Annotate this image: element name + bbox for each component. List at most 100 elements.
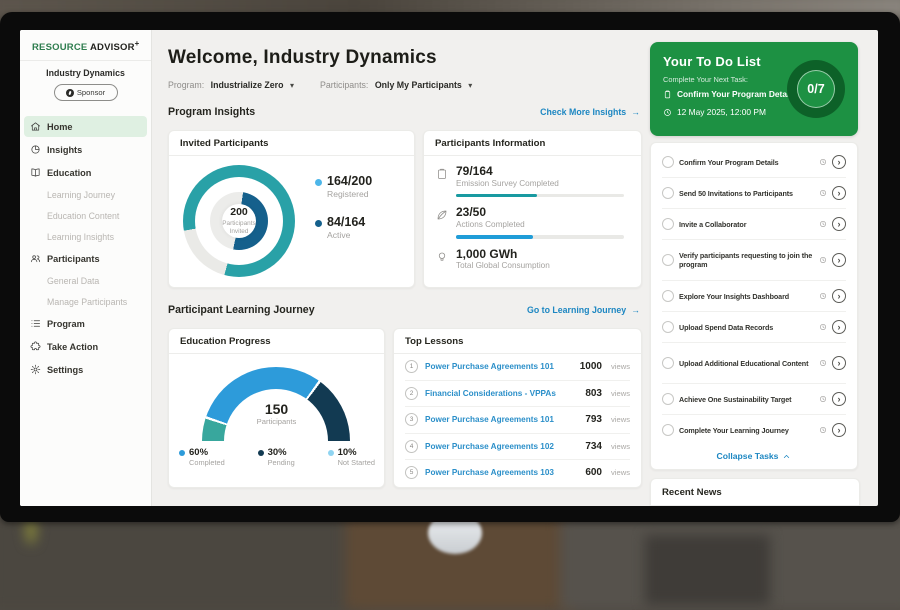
clock-icon bbox=[663, 108, 672, 117]
go-to-learning-journey-link[interactable]: Go to Learning Journey → bbox=[527, 305, 640, 315]
program-dropdown[interactable]: Program: Industrialize Zero ▾ bbox=[168, 80, 294, 90]
invited-legend: 164/200 Registered 84/164 Active bbox=[315, 175, 372, 257]
legend-registered: 164/200 Registered bbox=[315, 175, 372, 199]
chevron-right-button[interactable]: › bbox=[832, 356, 846, 370]
check-more-insights-link[interactable]: Check More Insights → bbox=[540, 107, 640, 117]
not-started-dot-icon bbox=[328, 450, 334, 456]
sponsor-badge-icon bbox=[66, 89, 74, 97]
chevron-right-button[interactable]: › bbox=[832, 155, 846, 169]
todo-item[interactable]: Explore Your Insights Dashboard › bbox=[662, 281, 846, 312]
checkbox[interactable] bbox=[662, 393, 674, 405]
recent-news-card: Recent News bbox=[650, 478, 860, 506]
participants-dropdown[interactable]: Participants: Only My Participants ▾ bbox=[320, 80, 472, 90]
sidebar-item-learning-insights[interactable]: Learning Insights bbox=[24, 227, 147, 246]
participants-label: Participants: bbox=[320, 80, 368, 90]
gauge-legend: 60% Completed 30% Pending 10% Not Starte… bbox=[179, 447, 375, 467]
lesson-row: 2 Financial Considerations - VPPAs 803 v… bbox=[405, 381, 630, 408]
rank-badge: 4 bbox=[405, 440, 418, 453]
invited-donut-inner: 200 Participants Invited bbox=[210, 192, 268, 250]
sponsor-badge: Sponsor bbox=[54, 84, 118, 101]
todo-item[interactable]: Complete Your Learning Journey › bbox=[662, 415, 846, 445]
pending-dot-icon bbox=[258, 450, 264, 456]
leaf-icon bbox=[436, 209, 448, 221]
todo-progress-value: 0/7 bbox=[797, 70, 835, 108]
lesson-link[interactable]: Power Purchase Agreements 101 bbox=[425, 415, 578, 424]
stat-global-consumption: 1,000 GWh Total Global Consumption bbox=[436, 248, 629, 271]
todo-progress-ring: 0/7 bbox=[787, 60, 845, 118]
logo-resource: RESOURCE bbox=[32, 42, 87, 53]
sidebar-item-settings[interactable]: Settings bbox=[24, 359, 147, 380]
program-insights-header: Program Insights Check More Insights → bbox=[168, 106, 640, 118]
checkbox[interactable] bbox=[662, 187, 674, 199]
sidebar-item-manage-participants[interactable]: Manage Participants bbox=[24, 292, 147, 311]
checkbox[interactable] bbox=[662, 254, 674, 266]
stat-bar-fill bbox=[456, 235, 533, 239]
book-icon bbox=[30, 167, 41, 178]
chevron-right-button[interactable]: › bbox=[832, 320, 846, 334]
sidebar-item-general-data[interactable]: General Data bbox=[24, 271, 147, 290]
lesson-row: 1 Power Purchase Agreements 101 1000 vie… bbox=[405, 354, 630, 381]
todo-item[interactable]: Upload Spend Data Records › bbox=[662, 312, 846, 343]
checkbox[interactable] bbox=[662, 357, 674, 369]
chevron-right-button[interactable]: › bbox=[832, 423, 846, 437]
invited-donut-outer: 200 Participants Invited bbox=[183, 165, 295, 277]
room-background-door bbox=[645, 535, 770, 605]
todo-item[interactable]: Confirm Your Program Details › bbox=[662, 147, 846, 178]
checkbox[interactable] bbox=[662, 424, 674, 436]
arrow-right-icon: → bbox=[631, 305, 640, 315]
lesson-link[interactable]: Power Purchase Agreements 103 bbox=[425, 468, 578, 477]
program-value: Industrialize Zero bbox=[211, 80, 284, 90]
sidebar-item-insights[interactable]: Insights bbox=[24, 139, 147, 160]
chevron-right-button[interactable]: › bbox=[832, 217, 846, 231]
lesson-row: 5 Power Purchase Agreements 103 600 view… bbox=[405, 460, 630, 486]
program-insights-title: Program Insights bbox=[168, 106, 255, 118]
todo-summary-card: Your To Do List Complete Your Next Task:… bbox=[650, 42, 858, 136]
sidebar-item-home[interactable]: Home bbox=[24, 116, 147, 137]
todo-datetime: 12 May 2025, 12:00 PM bbox=[663, 107, 766, 117]
lesson-link[interactable]: Financial Considerations - VPPAs bbox=[425, 389, 578, 398]
stat-emission-survey: 79/164 Emission Survey Completed bbox=[436, 165, 629, 197]
todo-next-task: Confirm Your Program Details bbox=[663, 89, 796, 99]
todo-title: Your To Do List bbox=[663, 54, 761, 69]
education-progress-title: Education Progress bbox=[169, 329, 384, 354]
logo-advisor: ADVISOR+ bbox=[90, 42, 140, 53]
collapse-tasks-link[interactable]: Collapse Tasks bbox=[662, 445, 846, 467]
checkbox[interactable] bbox=[662, 156, 674, 168]
donut-center-value: 200 bbox=[230, 206, 248, 218]
checkbox[interactable] bbox=[662, 321, 674, 333]
page-title: Welcome, Industry Dynamics bbox=[168, 47, 437, 69]
sidebar-item-take-action[interactable]: Take Action bbox=[24, 336, 147, 357]
clock-icon bbox=[819, 395, 827, 403]
clock-icon bbox=[819, 426, 827, 434]
program-label: Program: bbox=[168, 80, 204, 90]
completed-dot-icon bbox=[179, 450, 185, 456]
legend-active: 84/164 Active bbox=[315, 216, 372, 240]
checkbox[interactable] bbox=[662, 290, 674, 302]
filter-bar: Program: Industrialize Zero ▾ Participan… bbox=[168, 80, 472, 90]
chevron-right-button[interactable]: › bbox=[832, 253, 846, 267]
sidebar-item-participants[interactable]: Participants bbox=[24, 248, 147, 269]
rank-badge: 3 bbox=[405, 413, 418, 426]
checkbox[interactable] bbox=[662, 218, 674, 230]
learning-journey-title: Participant Learning Journey bbox=[168, 304, 315, 316]
todo-item[interactable]: Invite a Collaborator › bbox=[662, 209, 846, 240]
sidebar-item-education-content[interactable]: Education Content bbox=[24, 206, 147, 225]
people-icon bbox=[30, 253, 41, 264]
todo-item[interactable]: Upload Additional Educational Content › bbox=[662, 343, 846, 384]
org-name: Industry Dynamics bbox=[20, 68, 151, 78]
gauge-center: 150 Participants bbox=[169, 401, 384, 426]
clipboard-icon bbox=[663, 90, 672, 99]
app-logo: RESOURCE ADVISOR+ bbox=[20, 30, 151, 61]
chevron-right-button[interactable]: › bbox=[832, 289, 846, 303]
todo-item[interactable]: Send 50 Invitations to Participants › bbox=[662, 178, 846, 209]
chevron-right-button[interactable]: › bbox=[832, 186, 846, 200]
todo-item[interactable]: Achieve One Sustainability Target › bbox=[662, 384, 846, 415]
lesson-link[interactable]: Power Purchase Agreements 102 bbox=[425, 442, 578, 451]
list-icon bbox=[30, 318, 41, 329]
sidebar-item-learning-journey[interactable]: Learning Journey bbox=[24, 185, 147, 204]
todo-item[interactable]: Verify participants requesting to join t… bbox=[662, 240, 846, 281]
lesson-link[interactable]: Power Purchase Agreements 101 bbox=[425, 362, 573, 371]
sidebar-item-program[interactable]: Program bbox=[24, 313, 147, 334]
chevron-right-button[interactable]: › bbox=[832, 392, 846, 406]
sidebar-item-education[interactable]: Education bbox=[24, 162, 147, 183]
